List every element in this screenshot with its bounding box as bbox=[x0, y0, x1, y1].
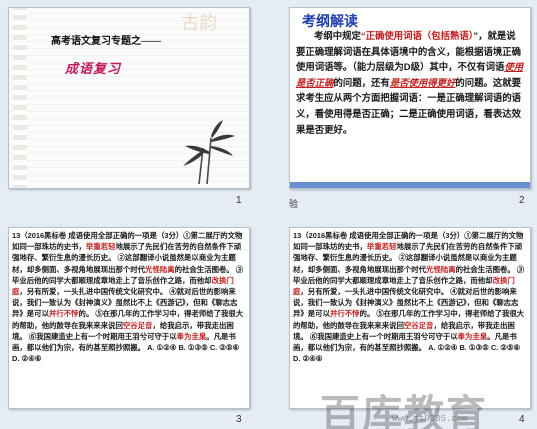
slide-title: 高考语文复习专题之—— bbox=[51, 36, 161, 47]
bamboo-illustration bbox=[183, 120, 235, 184]
slide-number: 2 bbox=[519, 195, 525, 206]
text-run: 13（2016黑标卷 成语使用全部正确的一项是（3分） bbox=[12, 231, 184, 240]
stray-glyph: 验 bbox=[289, 200, 299, 210]
highlighted-text: 举重若轻 bbox=[85, 242, 116, 252]
site-watermark-url: www.jt0335.com bbox=[392, 414, 468, 424]
highlighted-text: 空谷足音 bbox=[403, 320, 434, 330]
highlighted-text: 并行不悖 bbox=[48, 309, 79, 319]
slide-thumbnail-4[interactable]: 13（2016黑标卷 成语使用全部正确的一项是（3分）①第二展厅的文物如同一部珠… bbox=[289, 227, 531, 409]
text-run: 13（2016黑标卷 成语使用全部正确的一项是（3分） bbox=[293, 231, 465, 240]
seal-watermark: 古韵 bbox=[181, 13, 217, 33]
slide-thumbnail-2[interactable]: 考纲解读 考纲中规定“正确使用词语（包括熟语）”，就是说要正确理解词语在具体语境… bbox=[289, 7, 531, 189]
text-run: 考纲中规定 bbox=[314, 30, 361, 41]
highlighted-text: 奉为圭臬 bbox=[176, 331, 207, 341]
highlighted-text: “正确使用词语（包括熟语） bbox=[360, 30, 474, 41]
slide-subtitle: 成语复习 bbox=[65, 61, 122, 76]
slide-number: 1 bbox=[236, 195, 242, 206]
highlighted-text: 是否使用得更好 bbox=[389, 76, 456, 88]
question-text: 13（2016黑标卷 成语使用全部正确的一项是（3分）①第二展厅的文物如同一部珠… bbox=[293, 230, 527, 364]
highlighted-text: 并行不悖 bbox=[329, 309, 360, 319]
slide-bottom-bar bbox=[290, 182, 530, 188]
highlighted-text: 光怪陆离 bbox=[426, 264, 456, 274]
slide-number: 4 bbox=[519, 414, 525, 425]
text-run: 的问题，还有 bbox=[333, 76, 390, 88]
highlighted-text: 空谷足音 bbox=[122, 320, 153, 330]
highlighted-text: 举重若轻 bbox=[366, 242, 397, 252]
slide-thumbnail-3[interactable]: 13（2016黑标卷 成语使用全部正确的一项是（3分）①第二展厅的文物如同一部珠… bbox=[8, 227, 250, 409]
highlighted-text: 光怪陆离 bbox=[145, 264, 175, 274]
slide-number: 3 bbox=[236, 414, 242, 425]
question-text: 13（2016黑标卷 成语使用全部正确的一项是（3分）①第二展厅的文物如同一部珠… bbox=[12, 230, 246, 364]
highlighted-text: 奉为圭臬 bbox=[457, 331, 488, 341]
slide-thumbnail-1[interactable]: 古韵 高考语文复习专题之—— 成语复习 bbox=[8, 7, 250, 189]
decorative-strip bbox=[13, 8, 27, 188]
slide-body-text: 考纲中规定“正确使用词语（包括熟语）”，就是说要正确理解词语在具体语境中的含义，… bbox=[296, 28, 524, 137]
